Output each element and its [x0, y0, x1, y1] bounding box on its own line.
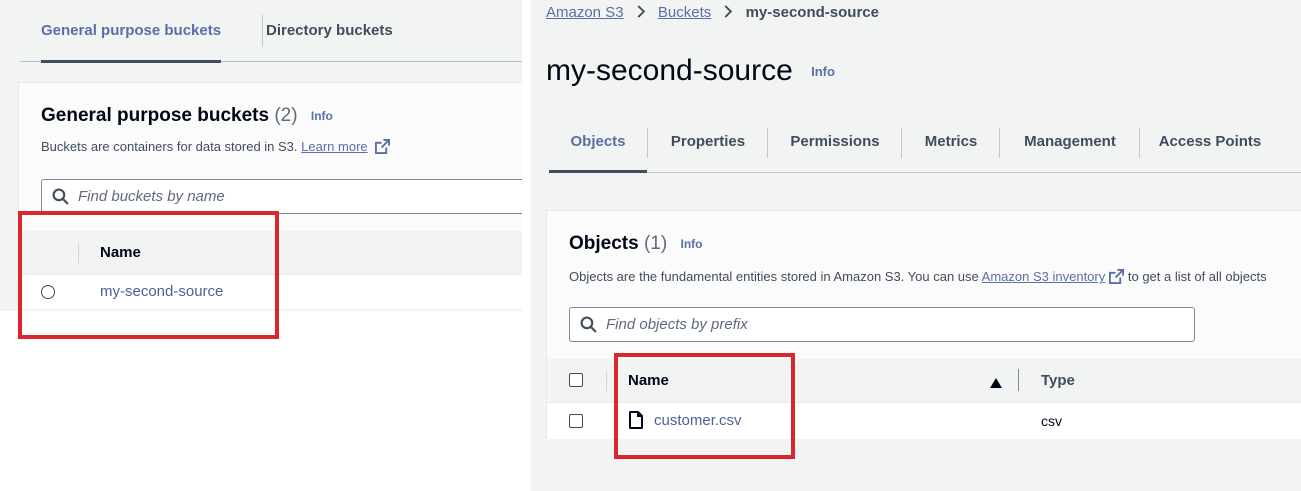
- description-text: Buckets are containers for data stored i…: [41, 139, 298, 154]
- bucket-select-radio[interactable]: [41, 285, 55, 299]
- page-title-text: my-second-source: [546, 54, 793, 87]
- search-icon: [580, 316, 597, 338]
- description-text-end: to get a list of all objects: [1127, 269, 1267, 284]
- tab-divider: [901, 128, 902, 158]
- bucket-name-link[interactable]: my-second-source: [100, 283, 223, 300]
- external-link-icon: [1109, 269, 1125, 287]
- external-link-icon: [375, 139, 391, 157]
- card-title: General purpose buckets (2) Info: [41, 105, 333, 127]
- tab-general-purpose-buckets[interactable]: General purpose buckets: [41, 0, 222, 63]
- card-description: Objects are the fundamental entities sto…: [569, 269, 1267, 287]
- bucket-search-field[interactable]: [41, 179, 522, 214]
- description-text: Objects are the fundamental entities sto…: [569, 269, 979, 284]
- object-type: csv: [1041, 413, 1062, 429]
- buckets-list-panel: General purpose buckets Directory bucket…: [0, 0, 522, 311]
- buckets-table-header: Name: [19, 231, 522, 275]
- card-description: Buckets are containers for data stored i…: [41, 139, 391, 157]
- sort-ascending-icon[interactable]: [990, 375, 1002, 393]
- general-purpose-buckets-card: General purpose buckets (2) Info Buckets…: [18, 82, 522, 309]
- info-link[interactable]: Info: [311, 109, 333, 123]
- learn-more-link[interactable]: Learn more: [301, 139, 367, 154]
- objects-table-header: Name Type: [547, 359, 1301, 403]
- breadcrumb-buckets[interactable]: Buckets: [658, 4, 711, 21]
- table-row: customer.csv csv: [547, 403, 1301, 439]
- object-search-field[interactable]: [569, 307, 1195, 342]
- info-link[interactable]: Info: [811, 64, 835, 79]
- search-icon: [52, 188, 69, 210]
- bucket-tabs: Objects Properties Permissions Metrics M…: [549, 120, 1301, 173]
- tab-directory-buckets[interactable]: Directory buckets: [266, 0, 393, 62]
- object-search-input[interactable]: [606, 308, 1026, 341]
- bucket-type-tabs: General purpose buckets Directory bucket…: [20, 0, 522, 63]
- breadcrumb-current: my-second-source: [745, 4, 879, 21]
- column-header-type[interactable]: Type: [1041, 372, 1075, 389]
- tab-metrics[interactable]: Metrics: [903, 120, 999, 172]
- card-title-text: General purpose buckets: [41, 105, 270, 126]
- column-header-name[interactable]: Name: [100, 244, 141, 261]
- tab-divider: [262, 15, 263, 47]
- card-title: Objects (1) Info: [569, 233, 703, 255]
- tab-divider: [767, 128, 768, 158]
- tab-permissions[interactable]: Permissions: [769, 120, 901, 172]
- column-divider: [78, 243, 79, 263]
- tab-objects[interactable]: Objects: [549, 120, 647, 173]
- bucket-count: (2): [274, 105, 298, 126]
- table-row: my-second-source: [19, 275, 522, 309]
- tab-access-points[interactable]: Access Points: [1141, 120, 1279, 172]
- breadcrumb: Amazon S3 Buckets my-second-source: [546, 4, 879, 22]
- column-header-name[interactable]: Name: [628, 372, 669, 389]
- object-name-link[interactable]: customer.csv: [654, 412, 742, 429]
- chevron-right-icon: [636, 5, 646, 22]
- card-title-text: Objects: [569, 233, 639, 254]
- file-icon: [629, 411, 643, 434]
- info-link[interactable]: Info: [681, 237, 703, 251]
- tab-divider: [999, 128, 1000, 158]
- tab-divider: [647, 128, 648, 158]
- bucket-detail-panel: Amazon S3 Buckets my-second-source my-se…: [531, 0, 1301, 491]
- tab-properties[interactable]: Properties: [649, 120, 767, 172]
- column-resize-handle[interactable]: [1018, 369, 1019, 391]
- column-divider: [606, 371, 607, 391]
- breadcrumb-amazon-s3[interactable]: Amazon S3: [546, 4, 624, 21]
- bucket-search-input[interactable]: [78, 180, 498, 213]
- object-select-checkbox[interactable]: [569, 414, 583, 428]
- tab-management[interactable]: Management: [1001, 120, 1139, 172]
- objects-card: Objects (1) Info Objects are the fundame…: [546, 210, 1301, 439]
- page-title: my-second-source Info: [546, 54, 835, 88]
- object-count: (1): [643, 233, 668, 254]
- tab-divider: [1139, 128, 1140, 158]
- chevron-right-icon: [723, 5, 733, 22]
- s3-inventory-link[interactable]: Amazon S3 inventory: [982, 269, 1106, 284]
- select-all-checkbox[interactable]: [569, 373, 583, 387]
